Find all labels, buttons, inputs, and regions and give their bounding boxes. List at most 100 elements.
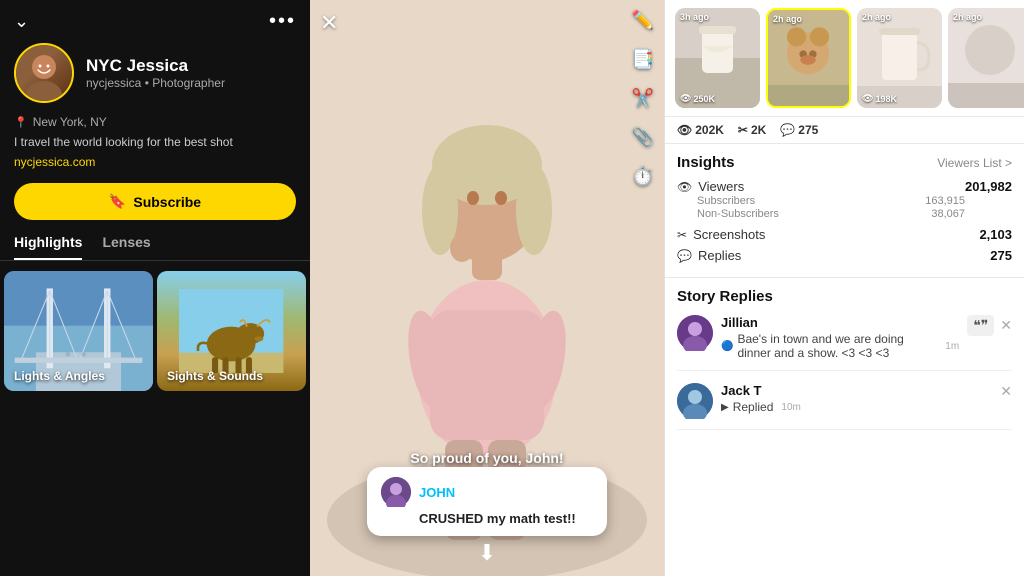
chevron-down-icon[interactable]: ⌄ [14,11,29,32]
screenshots-insight-row: ✂ Screenshots 2,103 [677,227,1012,242]
viewers-label: 👁 Viewers [677,179,965,194]
stats-row: 👁 202K ✂ 2K 💬 275 [665,117,1024,144]
reply-content-jackt: Jack T ▶ Replied 10m [721,383,992,414]
thumb-time-2: 2h ago [773,14,802,24]
tab-highlights[interactable]: Highlights [14,234,82,260]
non-subscribers-value: 38,067 [931,208,965,220]
reply-text-jillian: 🔵 Bae's in town and we are doing dinner … [721,332,959,360]
reply-actions-2: ✕ [1000,383,1012,400]
location-row: 📍 New York, NY [0,113,310,133]
highlight-label-2: Sights & Sounds [167,369,263,383]
reply-time-jillian: 1m [945,341,959,352]
right-panel: 3h ago 👁 250K 2h ago [664,0,1024,576]
subscribe-label: Subscribe [133,194,201,210]
thumb-time-4: 2h ago [953,12,982,22]
profile-info: NYC Jessica nycjessica • Photographer [86,56,225,90]
story-thumb-2[interactable]: 2h ago [766,8,851,108]
snap-reply-card: JOHN CRUSHED my math test!! [367,467,607,536]
snap-tools: ✏️ 📑 ✂️ 📎 ⏱️ [632,10,654,187]
reply-type-icon-2: ▶ [721,402,729,413]
top-bar: ⌄ ••• [0,0,310,39]
highlight-card-sights-sounds[interactable]: Sights & Sounds [157,271,306,391]
location-text: New York, NY [33,115,107,129]
scissors-insight-icon: ✂ [677,228,687,242]
bio-text: I travel the world looking for the best … [0,133,310,153]
reply-name-jillian: Jillian [721,315,959,330]
thumb-views-3: 👁 198K [862,93,897,104]
tab-lenses[interactable]: Lenses [102,234,150,260]
viewers-insight-row: 👁 Viewers Subscribers 163,915 Non-Subscr… [677,179,1012,221]
pencil-tool-icon[interactable]: ✏️ [632,10,654,31]
insights-section: Insights Viewers List > 👁 Viewers Subscr… [665,144,1024,278]
profile-name: NYC Jessica [86,56,225,76]
replies-label: 💬 Replies [677,248,741,263]
reply-time-jackt: 10m [781,402,800,413]
replies-count: 275 [798,123,818,137]
replies-insight-row: 💬 Replies 275 [677,248,1012,263]
stat-screenshots: ✂ 2K [738,123,766,137]
viewers-eye-icon: 👁 [677,180,692,194]
reply-username: JOHN [419,485,455,500]
bookmark-icon: 🔖 [109,193,126,210]
story-reply-item-2: Jack T ▶ Replied 10m ✕ [677,383,1012,430]
story-replies-section: Story Replies Jillian 🔵 Bae's in town an… [665,278,1024,576]
avatar-image [16,45,72,101]
reply-avatar-jillian [677,315,713,351]
reply-name-jackt: Jack T [721,383,992,398]
story-thumb-3[interactable]: 2h ago 👁 198K [857,8,942,108]
eye-icon: 👁 [677,123,692,137]
more-options-icon[interactable]: ••• [269,10,296,33]
story-reply-item-1: Jillian 🔵 Bae's in town and we are doing… [677,315,1012,371]
reply-text: CRUSHED my math test!! [419,511,593,526]
reply-text-jackt: ▶ Replied 10m [721,400,992,414]
reply-icon: 💬 [780,123,795,137]
screenshot-icon: ✂ [738,123,748,137]
reply-avatar-jackt [677,383,713,419]
replies-insight-value: 275 [990,248,1012,263]
snap-background: ✕ ✏️ 📑 ✂️ 📎 ⏱️ So proud of you, John! JO… [310,0,664,576]
timer-tool-icon[interactable]: ⏱️ [632,166,654,187]
replies-insight-icon: 💬 [677,249,692,263]
tabs-row: Highlights Lenses [0,230,310,261]
reply-avatar [381,477,411,507]
non-subscribers-label: Non-Subscribers [697,208,779,220]
screenshots-count: 2K [751,123,766,137]
thumb-views-1: 👁 250K [680,93,715,104]
sticker-tool-icon[interactable]: 📑 [632,49,654,70]
story-thumb-1[interactable]: 3h ago 👁 250K [675,8,760,108]
close-snap-button[interactable]: ✕ [320,10,338,36]
link-tool-icon[interactable]: 📎 [632,127,654,148]
reply-content-jillian: Jillian 🔵 Bae's in town and we are doing… [721,315,959,360]
thumb-time-1: 3h ago [680,12,709,22]
screenshots-label: ✂ Screenshots [677,227,765,242]
reply-user-row: JOHN [381,477,593,507]
insights-title: Insights [677,154,735,171]
reply-type-icon-1: 🔵 [721,341,733,352]
download-snap-button[interactable]: ⬇ [478,540,496,566]
profile-section: NYC Jessica nycjessica • Photographer [0,39,310,113]
website-link[interactable]: nycjessica.com [0,153,310,177]
dismiss-reply-button-2[interactable]: ✕ [1000,383,1012,400]
location-icon: 📍 [14,116,28,129]
screenshots-insight-value: 2,103 [979,227,1012,242]
story-replies-title: Story Replies [677,288,1012,305]
viewers-list-link[interactable]: Viewers List > [937,156,1012,170]
stories-strip: 3h ago 👁 250K 2h ago [665,0,1024,117]
highlight-label-1: Lights & Angles [14,369,105,383]
stat-views: 👁 202K [677,123,724,137]
snap-caption: So proud of you, John! [410,450,563,466]
reply-actions-1: ❝❞ ✕ [967,315,1012,336]
subscribers-value: 163,915 [925,195,965,207]
dismiss-reply-button-1[interactable]: ✕ [1000,317,1012,334]
highlights-grid: Lights & Angles [0,271,310,391]
scissors-tool-icon[interactable]: ✂️ [632,88,654,109]
avatar [14,43,74,103]
subscribers-breakdown: Subscribers 163,915 Non-Subscribers 38,0… [697,195,965,220]
middle-panel: ✕ ✏️ 📑 ✂️ 📎 ⏱️ So proud of you, John! JO… [310,0,664,576]
quote-reply-button-1[interactable]: ❝❞ [967,315,994,336]
subscribe-button[interactable]: 🔖 Subscribe [14,183,296,220]
story-thumb-4[interactable]: 2h ago [948,8,1024,108]
profile-handle: nycjessica • Photographer [86,76,225,90]
left-panel: ⌄ ••• NYC Jessica nycjessica • Photograp… [0,0,310,576]
highlight-card-lights-angles[interactable]: Lights & Angles [4,271,153,391]
